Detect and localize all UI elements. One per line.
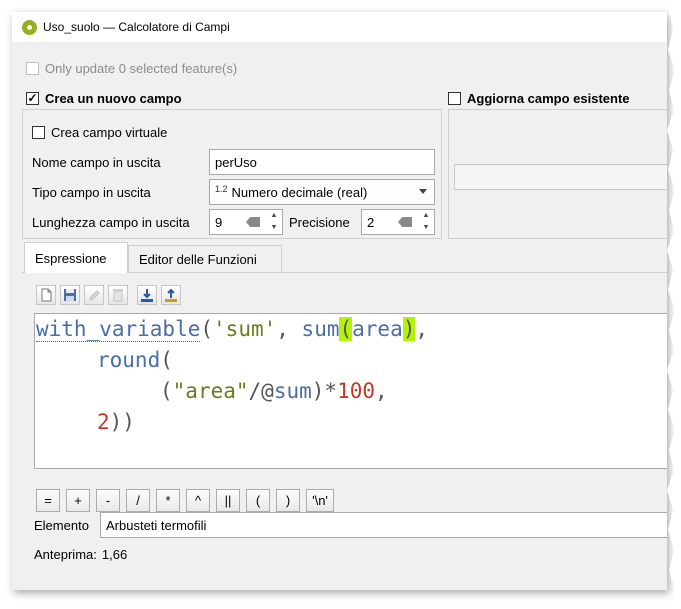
title-bar[interactable]: Uso_suolo — Calcolatore di Campi [12, 12, 667, 42]
output-length-spinbox[interactable]: 9 ▲ ▼ [209, 209, 283, 235]
output-length-value: 9 [215, 214, 223, 230]
tab-function-editor[interactable]: Editor delle Funzioni [128, 245, 282, 272]
chevron-down-icon [419, 189, 427, 194]
operator-concat-button[interactable]: || [216, 489, 240, 512]
only-update-checkbox[interactable] [26, 62, 39, 75]
operator-multiply-button[interactable]: * [156, 489, 180, 512]
create-field-checkbox[interactable]: ✓ [26, 92, 39, 105]
operator-close-paren-button[interactable]: ) [276, 489, 300, 512]
operator-power-button[interactable]: ^ [186, 489, 210, 512]
code-line-4: 2)) [97, 410, 135, 434]
output-name-input[interactable]: perUso [209, 149, 435, 175]
code-line-2: round( [97, 348, 173, 372]
load-icon[interactable] [137, 285, 157, 305]
operator-open-paren-button[interactable]: ( [246, 489, 270, 512]
virtual-field-row[interactable]: Crea campo virtuale [32, 125, 167, 140]
export-icon[interactable] [161, 285, 181, 305]
operator-plus-button[interactable]: + [66, 489, 90, 512]
output-length-label: Lunghezza campo in uscita [32, 215, 190, 230]
element-combo[interactable]: Arbusteti termofili [100, 512, 667, 538]
precision-value: 2 [367, 214, 375, 230]
preview-value: 1,66 [101, 547, 128, 562]
preview-label: Anteprima: [34, 547, 97, 562]
spin-arrows-icon[interactable]: ▲ ▼ [268, 212, 280, 232]
code-line-3: ("area"/@sum)*100, [160, 379, 388, 403]
expression-editor[interactable]: with_variable('sum', sum(area), round( (… [34, 313, 667, 469]
virtual-field-checkbox[interactable] [32, 126, 45, 139]
window-title: Uso_suolo — Calcolatore di Campi [43, 20, 230, 34]
operator-minus-button[interactable]: - [96, 489, 120, 512]
edit-icon[interactable] [84, 285, 104, 305]
tab-expression[interactable]: Espressione [24, 242, 128, 273]
preview-row: Anteprima: 1,66 [34, 547, 127, 562]
precision-spinbox[interactable]: 2 ▲ ▼ [361, 209, 435, 235]
clear-icon[interactable] [246, 217, 260, 227]
update-field-row[interactable]: Aggiorna campo esistente [448, 91, 630, 106]
only-update-row[interactable]: Only update 0 selected feature(s) [26, 61, 237, 76]
existing-field-combo[interactable] [454, 164, 667, 190]
decimal-type-icon: 1.2 [215, 184, 228, 194]
operator-divide-button[interactable]: / [126, 489, 150, 512]
operator-newline-button[interactable]: '\n' [306, 489, 334, 512]
element-label: Elemento [34, 518, 89, 533]
create-field-label: Crea un nuovo campo [45, 91, 182, 106]
update-field-checkbox[interactable] [448, 92, 461, 105]
delete-icon[interactable] [108, 285, 128, 305]
precision-label: Precisione [289, 215, 350, 230]
clear-icon[interactable] [398, 217, 412, 227]
output-type-combo[interactable]: 1.2 Numero decimale (real) [209, 179, 435, 205]
qgis-logo-icon [22, 19, 37, 35]
output-type-label: Tipo campo in uscita [32, 185, 151, 200]
new-file-icon[interactable] [36, 285, 56, 305]
spin-arrows-icon[interactable]: ▲ ▼ [420, 212, 432, 232]
only-update-label: Only update 0 selected feature(s) [45, 61, 238, 76]
output-type-value: Numero decimale (real) [231, 184, 368, 200]
operator-equals-button[interactable]: = [36, 489, 60, 512]
code-line-1: with_variable('sum', sum(area), [36, 317, 429, 342]
virtual-field-label: Crea campo virtuale [51, 125, 168, 140]
create-field-row[interactable]: ✓ Crea un nuovo campo [26, 91, 182, 106]
field-calculator-window: Uso_suolo — Calcolatore di Campi Only up… [12, 12, 667, 590]
save-icon[interactable] [60, 285, 80, 305]
output-name-label: Nome campo in uscita [32, 155, 161, 170]
torn-edge-decoration [667, 0, 681, 609]
update-field-label: Aggiorna campo esistente [467, 91, 630, 106]
